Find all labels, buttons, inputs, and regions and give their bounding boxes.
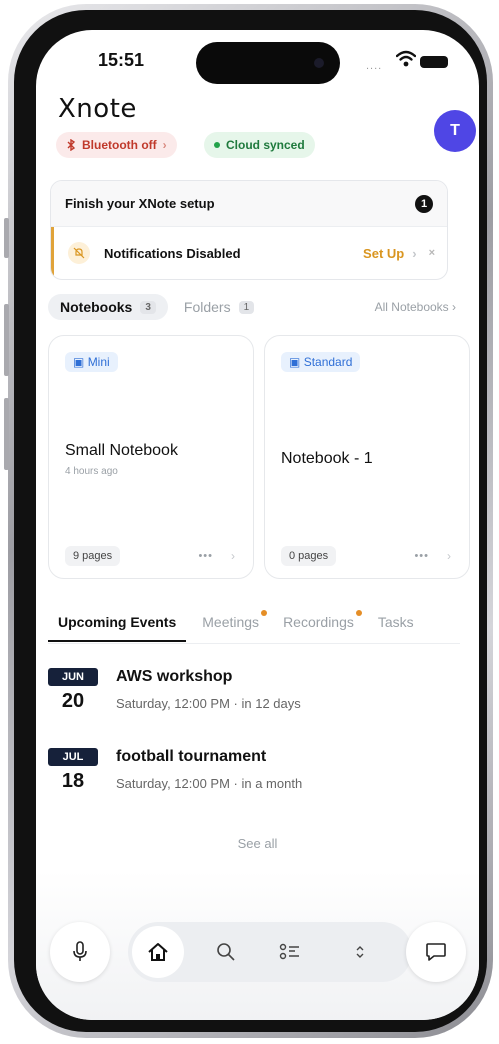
dismiss-icon[interactable]: ×	[429, 247, 435, 259]
tab-notebooks-label: Notebooks	[60, 299, 133, 315]
notebook-title: Notebook - 1	[281, 450, 373, 467]
event-month: JUL	[48, 748, 98, 766]
notebook-pages: 9 pages	[65, 546, 121, 566]
status-time: 15:51	[98, 50, 145, 70]
tab-meetings-label: Meetings	[202, 614, 260, 630]
expand-tab[interactable]	[344, 936, 376, 968]
notebook-pages: 0 pages	[281, 546, 337, 566]
tab-folders[interactable]: Folders 1	[183, 299, 255, 315]
notebook-title: Small Notebook	[65, 442, 178, 459]
event-tabs: Upcoming Events Meetings Recordings Task…	[48, 608, 460, 644]
cloud-status-chip: Cloud synced	[204, 132, 315, 158]
folders-count: 1	[238, 300, 255, 314]
chevron-right-icon: ›	[162, 138, 167, 152]
book-icon: ▣	[73, 355, 85, 369]
expand-icon	[356, 946, 364, 958]
home-tab[interactable]	[132, 926, 184, 978]
event-title: football tournament	[116, 748, 267, 765]
tab-tasks[interactable]: Tasks	[368, 608, 424, 640]
volume-down-button	[4, 398, 9, 470]
notebook-updated: 4 hours ago	[65, 466, 118, 477]
search-tab[interactable]	[210, 936, 242, 968]
notifications-setup-row[interactable]: Notifications Disabled Set Up › ×	[51, 227, 447, 279]
wifi-icon	[396, 50, 416, 67]
microphone-icon	[73, 941, 87, 961]
tab-recordings-label: Recordings	[283, 614, 354, 630]
event-title: AWS workshop	[116, 668, 233, 685]
set-up-button[interactable]: Set Up	[363, 246, 404, 261]
mute-switch	[4, 218, 9, 258]
volume-up-button	[4, 304, 9, 376]
microphone-button[interactable]	[50, 922, 110, 982]
event-month: JUN	[48, 668, 98, 686]
bluetooth-status-chip[interactable]: Bluetooth off ›	[56, 132, 177, 158]
notebook-size-tag: ▣ Mini	[65, 352, 118, 372]
event-item[interactable]: JUN 20 AWS workshop Saturday, 12:00 PM ·…	[48, 668, 468, 734]
setup-title: Finish your XNote setup	[65, 196, 215, 211]
setup-header: Finish your XNote setup 1	[51, 181, 447, 227]
notebook-tag-label: Standard	[303, 355, 353, 369]
bluetooth-label: Bluetooth off	[82, 138, 157, 152]
event-day: 20	[61, 690, 85, 712]
app-logo: Xnote	[58, 94, 137, 124]
app-screen: 15:51 .... Xnote T Bluetooth off › Cloud…	[36, 30, 479, 1020]
event-time: Saturday, 12:00 PM · in a month	[116, 776, 303, 791]
status-bar: 15:51 ....	[36, 30, 479, 90]
avatar[interactable]: T	[434, 110, 476, 152]
chevron-right-icon: ›	[447, 549, 451, 563]
battery-icon	[420, 56, 448, 68]
notebook-card[interactable]: ▣ Mini Small Notebook 4 hours ago 9 page…	[48, 335, 254, 579]
more-options-icon[interactable]: •••	[414, 550, 429, 562]
tab-upcoming-events[interactable]: Upcoming Events	[48, 608, 187, 642]
chevron-right-icon: ›	[412, 245, 417, 261]
notebook-tag-label: Mini	[87, 355, 110, 369]
event-time: Saturday, 12:00 PM · in 12 days	[116, 696, 301, 711]
event-day: 18	[61, 770, 85, 792]
chat-button[interactable]	[406, 922, 466, 982]
all-notebooks-link[interactable]: All Notebooks ›	[375, 300, 456, 314]
notebook-tabs: Notebooks 3 Folders 1 All Notebooks ›	[48, 292, 456, 322]
bluetooth-off-icon	[67, 139, 76, 151]
tasks-tab[interactable]	[274, 936, 306, 968]
more-options-icon[interactable]: •••	[198, 550, 213, 562]
tab-folders-label: Folders	[183, 299, 231, 315]
search-icon	[217, 943, 235, 961]
book-icon: ▣	[289, 355, 301, 369]
chevron-right-icon: ›	[231, 549, 235, 563]
setup-card: Finish your XNote setup 1 Notifications …	[50, 180, 448, 280]
tab-notebooks[interactable]: Notebooks 3	[48, 294, 168, 320]
see-all-link[interactable]: See all	[36, 836, 479, 851]
notebook-card[interactable]: ▣ Standard Notebook - 1 0 pages ••• ›	[264, 335, 470, 579]
event-item[interactable]: JUL 18 football tournament Saturday, 12:…	[48, 748, 468, 814]
notification-dot	[261, 610, 268, 616]
tasks-icon	[279, 943, 299, 960]
dynamic-island	[196, 42, 340, 84]
signal-icon: ....	[366, 60, 383, 72]
home-icon	[148, 943, 168, 961]
notification-dot	[355, 610, 362, 616]
notebook-size-tag: ▣ Standard	[281, 352, 361, 372]
camera-icon	[314, 58, 324, 68]
notebooks-count: 3	[140, 300, 156, 314]
setup-count-badge: 1	[415, 194, 433, 213]
tab-recordings[interactable]: Recordings	[273, 608, 364, 640]
bell-off-icon	[68, 242, 90, 264]
notifications-label: Notifications Disabled	[104, 245, 241, 261]
tab-meetings[interactable]: Meetings	[192, 608, 269, 640]
cloud-label: Cloud synced	[226, 138, 305, 152]
status-dot	[214, 142, 220, 148]
chat-icon	[426, 943, 446, 961]
